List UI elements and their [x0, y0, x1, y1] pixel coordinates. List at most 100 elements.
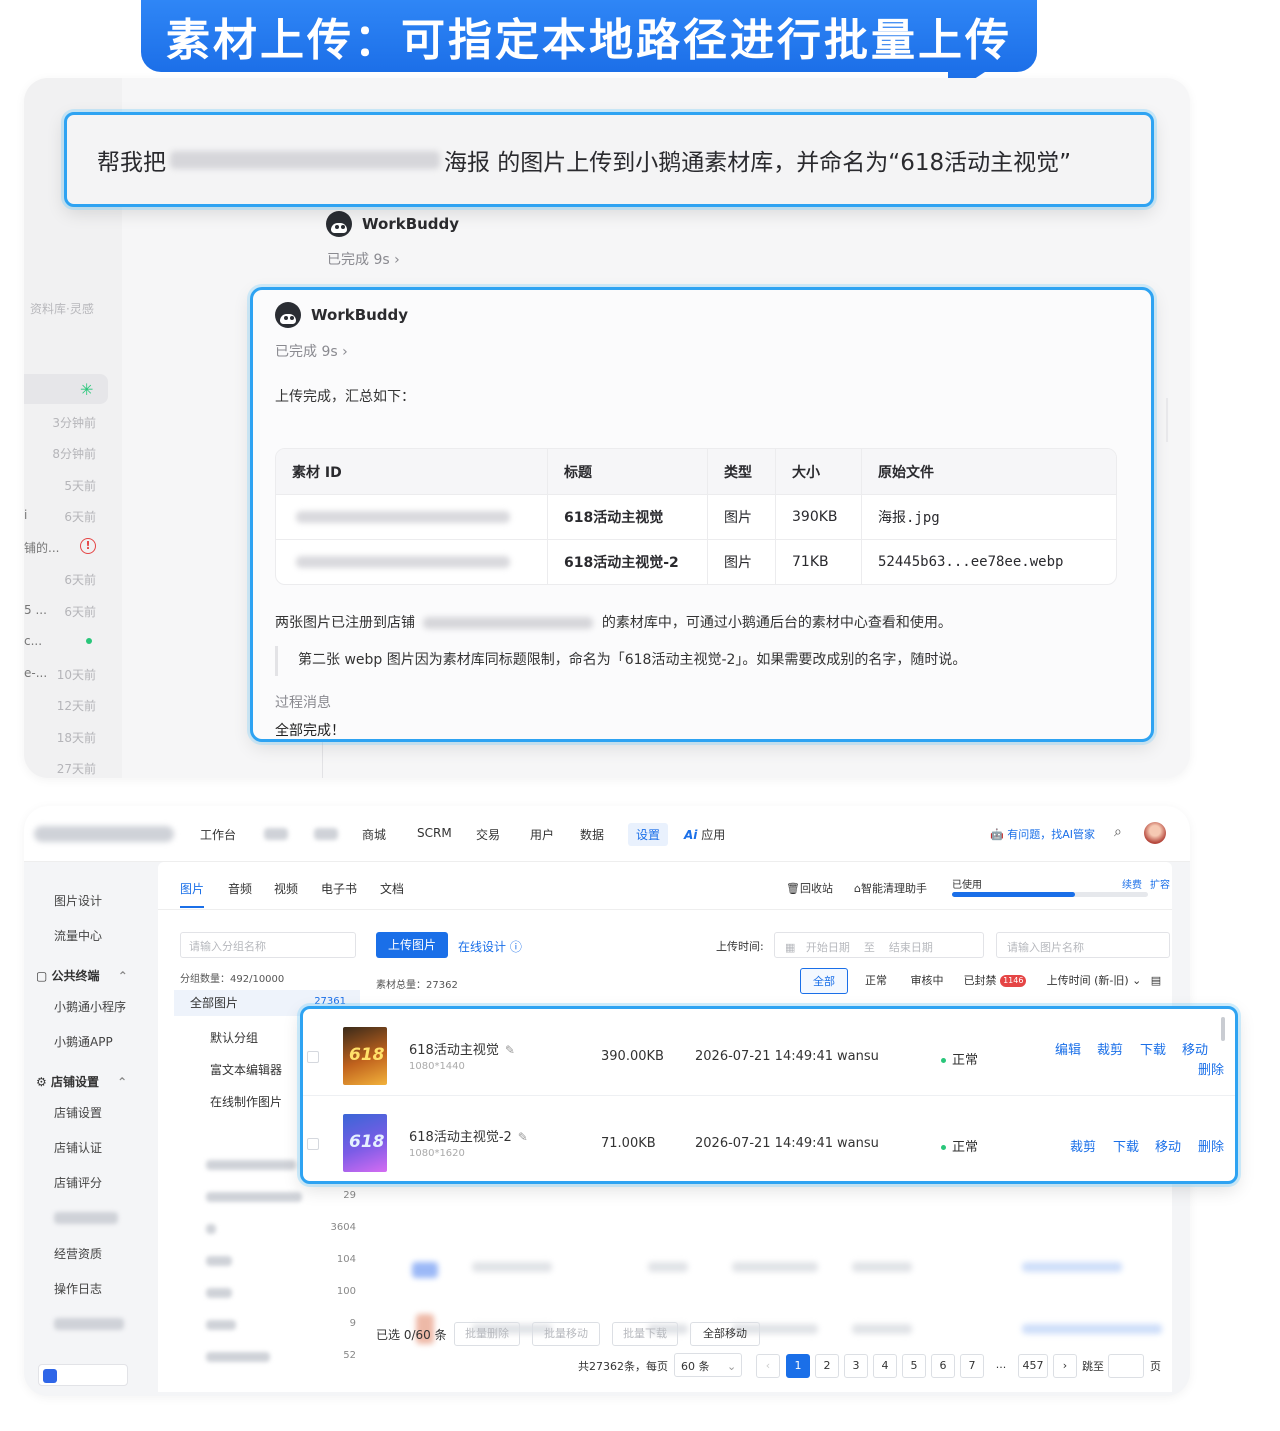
group-default[interactable]: 默认分组 [210, 1029, 258, 1046]
session-time: 6天前 [64, 573, 96, 587]
result-note: 两张图片已注册到店铺 的素材库中，可通过小鹅通后台的素材中心查看和使用。 [275, 615, 952, 631]
sidebar-active-item[interactable] [24, 374, 108, 404]
tab-audio[interactable]: 音频 [228, 880, 252, 897]
group-search-input[interactable]: 请输入分组名称 [180, 932, 356, 958]
sidebar-item-app[interactable]: 小鹅通APP [54, 1033, 113, 1050]
nav-scrm[interactable]: SCRM [417, 826, 452, 840]
group-item-redacted[interactable]: 3604 [192, 1222, 362, 1236]
nav-workbench[interactable]: 工作台 [200, 826, 236, 843]
group-item-redacted[interactable]: 9 [192, 1318, 362, 1332]
page-4[interactable]: 4 [873, 1354, 897, 1378]
tab-images[interactable]: 图片 [180, 880, 204, 897]
edit-pencil-icon[interactable]: ✎ [518, 1130, 528, 1144]
tab-video[interactable]: 视频 [274, 880, 298, 897]
nav-item-redacted[interactable] [264, 828, 288, 840]
delete-button[interactable]: 删除 [1198, 1136, 1224, 1155]
per-page-select[interactable]: 60 条 ⌄ [674, 1353, 742, 1377]
row-checkbox[interactable] [307, 1051, 319, 1063]
group-item-redacted[interactable]: 52 [192, 1350, 362, 1364]
prev-page-button[interactable]: ‹ [756, 1354, 780, 1378]
terminal-icon: ▢ [36, 969, 48, 983]
image-title: 618活动主视觉 ✎ [409, 1043, 515, 1058]
filter-reviewing[interactable]: 审核中 [902, 968, 952, 994]
page-last[interactable]: 457 [1018, 1354, 1048, 1378]
shop-switcher[interactable] [38, 1364, 128, 1386]
avatar[interactable] [1144, 822, 1166, 844]
group-online-made[interactable]: 在线制作图片 [210, 1093, 282, 1110]
sidebar-item-miniprogram[interactable]: 小鹅通小程序 [54, 998, 126, 1015]
page-5[interactable]: 5 [902, 1354, 926, 1378]
renew-link[interactable]: 续费 [1122, 876, 1142, 891]
batch-delete-button[interactable]: 批量删除 [454, 1322, 520, 1346]
group-item-redacted[interactable]: 100 [192, 1286, 362, 1300]
edit-button[interactable]: 编辑 [1055, 1039, 1081, 1058]
completion-status[interactable]: 已完成 9s › [327, 249, 400, 269]
process-messages-toggle[interactable]: 过程消息 [275, 692, 331, 712]
tab-docs[interactable]: 文档 [380, 880, 404, 897]
smart-clean-button[interactable]: ⌂智能清理助手 [854, 880, 927, 896]
group-item-redacted[interactable]: 104 [192, 1254, 362, 1268]
move-all-button[interactable]: 全部移动 [690, 1322, 760, 1346]
date-range-picker[interactable]: ▦ 开始日期 至 结束日期 [774, 932, 984, 958]
group-item-redacted[interactable]: 29 [192, 1190, 362, 1204]
image-dimensions: 1080*1620 [409, 1148, 465, 1159]
delete-button[interactable]: 删除 [1198, 1059, 1224, 1078]
nav-settings[interactable]: 设置 [628, 823, 669, 846]
workbuddy-logo-icon [275, 302, 301, 328]
page-7[interactable]: 7 [960, 1354, 984, 1378]
nav-mall[interactable]: 商城 [362, 826, 386, 843]
nav-data[interactable]: 数据 [580, 826, 604, 843]
sidebar-item-shop-verify[interactable]: 店铺认证 [54, 1139, 102, 1156]
sidebar-item-traffic[interactable]: 流量中心 [54, 927, 102, 944]
image-thumbnail[interactable]: 618 [343, 1114, 387, 1172]
completion-status[interactable]: 已完成 9s › [275, 341, 348, 361]
nav-apps[interactable]: Ai 应用 [684, 826, 725, 843]
expand-link[interactable]: 扩容 [1150, 876, 1170, 891]
online-design-link[interactable]: 在线设计 ⓘ [458, 938, 522, 955]
session-time: 8分钟前 [52, 447, 96, 461]
move-button[interactable]: 移动 [1155, 1136, 1181, 1155]
next-page-button[interactable]: › [1053, 1354, 1077, 1378]
edit-pencil-icon[interactable]: ✎ [505, 1043, 515, 1057]
sort-dropdown[interactable]: 上传时间 (新-旧) ⌄ [1046, 968, 1142, 994]
recycle-bin-button[interactable]: 🗑回收站 [786, 880, 833, 896]
ai-helper-link[interactable]: 🤖 有问题，找AI管家 [990, 826, 1095, 842]
upload-image-button[interactable]: 上传图片 [376, 932, 448, 958]
nav-item-redacted[interactable] [314, 828, 338, 840]
sidebar-item-redacted[interactable] [54, 1212, 118, 1224]
sidebar-item-redacted[interactable] [54, 1318, 124, 1330]
crop-button[interactable]: 裁剪 [1097, 1039, 1123, 1058]
sidebar-item-image-design[interactable]: 图片设计 [54, 892, 102, 909]
page-2[interactable]: 2 [815, 1354, 839, 1378]
batch-move-button[interactable]: 批量移动 [532, 1322, 600, 1346]
sidebar-item-shop-rating[interactable]: 店铺评分 [54, 1174, 102, 1191]
page-1[interactable]: 1 [786, 1354, 810, 1378]
tab-ebook[interactable]: 电子书 [321, 880, 357, 897]
jump-page-input[interactable] [1108, 1354, 1144, 1378]
move-button[interactable]: 移动 [1182, 1039, 1208, 1058]
sidebar-item-qualification[interactable]: 经营资质 [54, 1245, 102, 1262]
batch-download-button[interactable]: 批量下载 [612, 1322, 678, 1346]
sidebar-item-shop-settings[interactable]: 店铺设置 [54, 1104, 102, 1121]
download-button[interactable]: 下载 [1113, 1136, 1139, 1155]
nav-trade[interactable]: 交易 [476, 826, 500, 843]
download-button[interactable]: 下载 [1140, 1039, 1166, 1058]
sidebar-section-shop-settings[interactable]: ⚙ 店铺设置 ⌃ [36, 1073, 127, 1090]
crop-button[interactable]: 裁剪 [1070, 1136, 1096, 1155]
image-name-search-input[interactable]: 请输入图片名称 [996, 932, 1170, 958]
group-rich-text[interactable]: 富文本编辑器 [210, 1061, 282, 1078]
filter-banned[interactable]: 已封禁 1146 [960, 968, 1030, 994]
page-6[interactable]: 6 [931, 1354, 955, 1378]
nav-users[interactable]: 用户 [530, 826, 554, 843]
sidebar-item-operation-log[interactable]: 操作日志 [54, 1280, 102, 1297]
filter-all[interactable]: 全部 [800, 968, 848, 994]
sidebar-library-label[interactable]: 资料库·灵感 [30, 300, 94, 317]
search-icon[interactable]: ⌕ [1114, 824, 1122, 840]
image-thumbnail[interactable]: 618 [343, 1027, 387, 1085]
sidebar-section-terminals[interactable]: ▢ 公共终端 ⌃ [36, 967, 128, 984]
view-toggle-icon[interactable]: ▤ [1146, 968, 1166, 994]
page-3[interactable]: 3 [844, 1354, 868, 1378]
column-header: 标题 [548, 449, 708, 494]
filter-normal[interactable]: 正常 [856, 968, 896, 994]
row-checkbox[interactable] [307, 1138, 319, 1150]
